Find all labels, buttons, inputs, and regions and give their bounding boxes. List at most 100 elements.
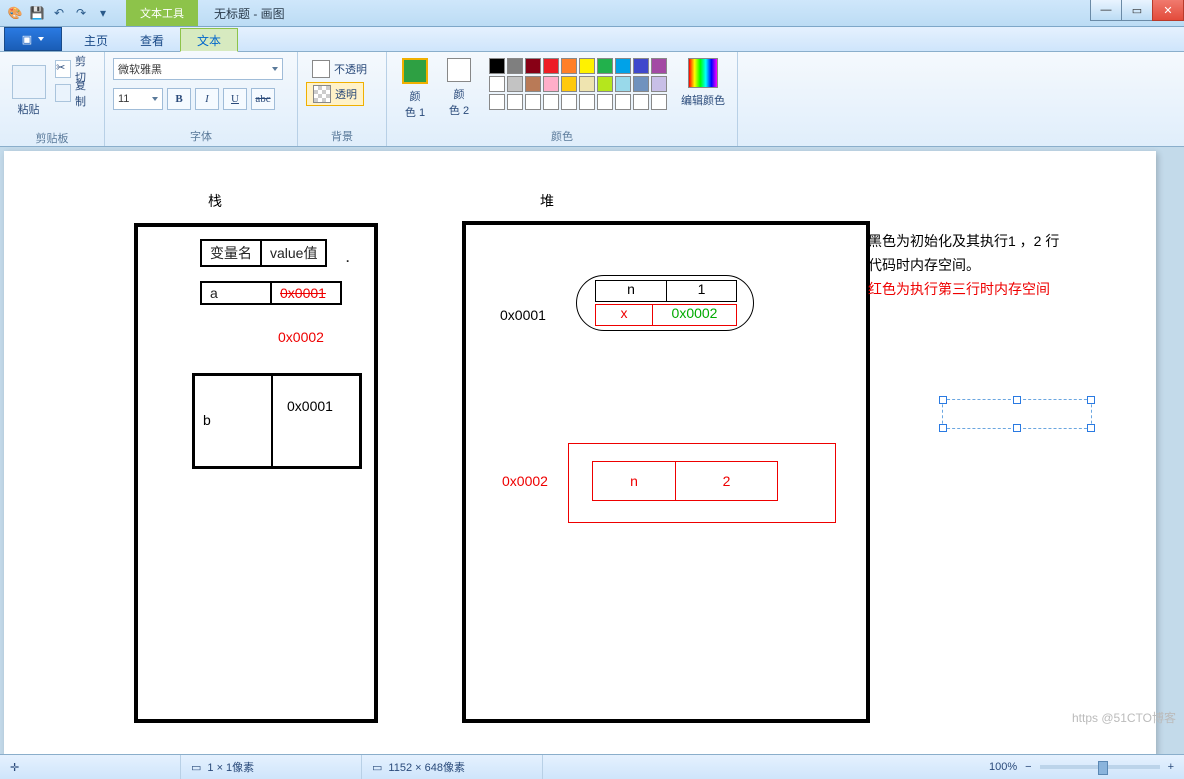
canvas-area[interactable]: 栈 堆 变量名 value值 . a 0x0001 0x0002 b 0x000… [0,147,1184,754]
bold-button[interactable]: B [167,88,191,110]
text-selection-frame[interactable] [942,399,1092,429]
contextual-tab-label: 文本工具 [126,0,198,26]
palette-swatch[interactable] [615,58,631,74]
tab-view[interactable]: 查看 [124,29,180,51]
strike-button[interactable]: abc [251,88,275,110]
stack-title: 栈 [208,191,222,211]
window-title: 无标题 - 画图 [214,5,285,22]
palette-swatch[interactable] [615,76,631,92]
zoom-out-button[interactable]: − [1025,761,1031,773]
palette-swatch[interactable] [597,76,613,92]
palette-swatch[interactable] [615,94,631,110]
file-menu-button[interactable]: ▣ [4,27,62,51]
font-family-combo[interactable]: 微软雅黑 [113,58,283,80]
statusbar: ✛ ▭1 × 1像素 ▭1152 × 648像素 100% − + [0,754,1184,779]
palette-swatch[interactable] [579,94,595,110]
palette-swatch[interactable] [633,76,649,92]
color2-label: 颜 色 2 [449,86,469,118]
tab-text[interactable]: 文本 [180,28,238,52]
transparent-label: 透明 [335,86,357,102]
font-size-combo[interactable]: 11 [113,88,163,110]
row-a: a 0x0001 [200,281,342,305]
selection-icon: ▭ [191,761,201,774]
italic-button[interactable]: I [195,88,219,110]
zoom-slider[interactable] [1040,765,1160,769]
heap2-addr: 0x0002 [502,473,548,489]
color-palette [489,58,667,110]
ribbon: 粘贴 ✂剪切 复制 剪贴板 微软雅黑 11 B I U abc 字 [0,52,1184,147]
palette-swatch[interactable] [579,58,595,74]
heap-title: 堆 [540,191,554,211]
opaque-icon [312,60,330,78]
save-icon[interactable]: 💾 [28,4,46,22]
palette-swatch[interactable] [525,94,541,110]
palette-swatch[interactable] [561,76,577,92]
transparent-button[interactable]: 透明 [306,82,364,106]
status-selection-size: ▭1 × 1像素 [181,755,362,779]
palette-swatch[interactable] [651,58,667,74]
edit-colors-label: 编辑颜色 [681,92,725,108]
palette-swatch[interactable] [507,58,523,74]
color2-button[interactable]: 颜 色 2 [439,58,479,118]
opaque-button[interactable]: 不透明 [306,58,373,80]
color1-label: 颜 色 1 [405,88,425,120]
crosshair-icon: ✛ [10,761,19,774]
copy-label: 复制 [75,77,94,109]
heap1-n-key: n [596,281,667,301]
heap2-inner: n 2 [592,461,778,501]
palette-swatch[interactable] [489,94,505,110]
paste-button[interactable]: 粘贴 [8,58,49,124]
palette-swatch[interactable] [543,58,559,74]
palette-swatch[interactable] [489,76,505,92]
note-line2: 代码时内存空间。 [868,255,980,275]
status-canvas-size: ▭1152 × 648像素 [362,755,543,779]
app-window: 🎨 💾 ↶ ↷ ▾ 文本工具 无标题 - 画图 — ▭ ✕ ▣ 主页 查看 文本… [0,0,1184,779]
palette-swatch[interactable] [507,94,523,110]
redo-icon[interactable]: ↷ [72,4,90,22]
maximize-button[interactable]: ▭ [1121,0,1153,21]
app-icon[interactable]: 🎨 [6,4,24,22]
rainbow-icon [688,58,718,88]
close-button[interactable]: ✕ [1152,0,1184,21]
palette-swatch[interactable] [525,58,541,74]
palette-swatch[interactable] [597,94,613,110]
palette-swatch[interactable] [489,58,505,74]
color1-swatch [402,58,428,84]
palette-swatch[interactable] [597,58,613,74]
minimize-button[interactable]: — [1090,0,1122,21]
qat-dropdown-icon[interactable]: ▾ [94,4,112,22]
tab-home[interactable]: 主页 [68,29,124,51]
titlebar: 🎨 💾 ↶ ↷ ▾ 文本工具 无标题 - 画图 — ▭ ✕ [0,0,1184,27]
zoom-in-button[interactable]: + [1168,761,1174,773]
watermark: https @51CTO博客 [1072,709,1176,726]
underline-button[interactable]: U [223,88,247,110]
copy-button[interactable]: 复制 [53,82,96,104]
palette-swatch[interactable] [579,76,595,92]
palette-swatch[interactable] [525,76,541,92]
note-line3: 红色为执行第三行时内存空间 [868,279,1050,299]
note-line1: 黑色为初始化及其执行1 ，2 行 [868,231,1059,251]
color1-button[interactable]: 颜 色 1 [395,58,435,120]
scissors-icon: ✂ [55,60,71,78]
palette-swatch[interactable] [561,94,577,110]
a-newval: 0x0002 [278,329,324,345]
size-icon: ▭ [372,761,382,774]
palette-swatch[interactable] [633,58,649,74]
palette-swatch[interactable] [633,94,649,110]
dot: . [346,251,349,265]
palette-swatch[interactable] [651,76,667,92]
group-font: 微软雅黑 11 B I U abc 字体 [105,52,298,146]
cell-b-val: 0x0001 [287,398,333,414]
palette-swatch[interactable] [561,58,577,74]
heap1-n-val: 1 [667,281,736,301]
group-colors-label: 颜色 [391,126,733,146]
palette-swatch[interactable] [651,94,667,110]
palette-swatch[interactable] [543,76,559,92]
cell-a-name: a [202,283,272,303]
palette-swatch[interactable] [507,76,523,92]
edit-colors-button[interactable]: 编辑颜色 [677,58,729,108]
paste-label: 粘贴 [18,101,40,117]
palette-swatch[interactable] [543,94,559,110]
undo-icon[interactable]: ↶ [50,4,68,22]
canvas[interactable]: 栈 堆 变量名 value值 . a 0x0001 0x0002 b 0x000… [4,151,1156,754]
